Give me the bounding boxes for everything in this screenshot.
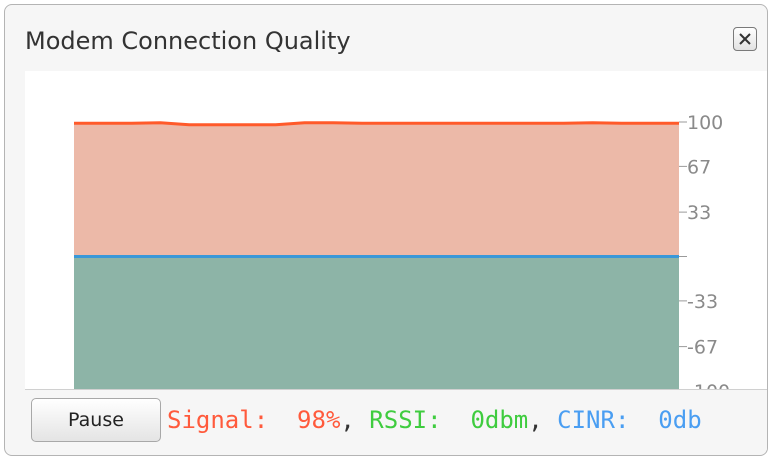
y-tick-label: 67 bbox=[687, 156, 711, 178]
y-tick-label: 100 bbox=[687, 112, 723, 134]
status-footer: Pause Signal: 98%, RSSI: 0dbm, CINR: 0db bbox=[25, 389, 767, 450]
separator: , bbox=[528, 406, 558, 434]
series-area-1 bbox=[74, 256, 679, 389]
y-tick-label: -100 bbox=[687, 381, 730, 389]
close-icon bbox=[739, 33, 751, 45]
rssi-readout: RSSI: 0dbm bbox=[369, 406, 529, 434]
separator: , bbox=[340, 406, 370, 434]
y-tick-label: -67 bbox=[687, 337, 718, 359]
close-button[interactable] bbox=[733, 27, 757, 51]
pause-button[interactable]: Pause bbox=[31, 398, 161, 442]
signal-readout: Signal: 98% bbox=[167, 406, 341, 434]
y-tick-label: -33 bbox=[687, 291, 718, 313]
modem-quality-dialog: Modem Connection Quality 100 67 33 -33 -67 -1… bbox=[4, 4, 768, 456]
series-area-0 bbox=[74, 122, 679, 257]
cinr-readout: CINR: 0db bbox=[557, 406, 702, 434]
status-readout: Signal: 98%, RSSI: 0dbm, CINR: 0db bbox=[167, 406, 702, 434]
dialog-title: Modem Connection Quality bbox=[25, 27, 351, 55]
signal-chart: 100 67 33 -33 -67 -100 bbox=[25, 71, 767, 389]
signal-chart-svg: 100 67 33 -33 -67 -100 bbox=[74, 112, 730, 389]
y-tick-label: 33 bbox=[687, 202, 711, 224]
